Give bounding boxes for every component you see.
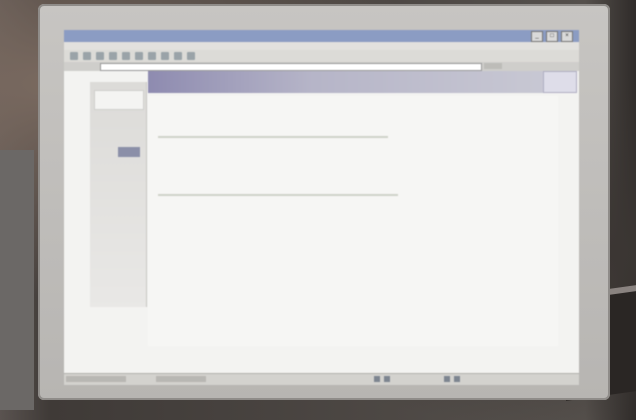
address-input[interactable] [100,63,482,71]
photo-background: _ □ × [0,0,636,420]
back-icon[interactable] [70,52,78,60]
sidebar-tab[interactable] [94,90,144,110]
close-button[interactable]: × [561,31,573,42]
browser-title-bar: _ □ × [64,30,579,42]
favorites-icon[interactable] [148,52,156,60]
tray-icon[interactable] [454,376,460,382]
print-icon[interactable] [187,52,195,60]
main-content [148,96,558,346]
browser-toolbar [64,50,579,62]
taskbar-start[interactable] [66,376,126,382]
forward-icon[interactable] [83,52,91,60]
photo-caption [0,404,636,420]
sidebar-button[interactable] [118,147,140,157]
address-bar [64,62,579,71]
left-sidebar [90,82,147,307]
taskbar-window[interactable] [156,376,206,382]
background-object-left [0,150,34,410]
home-icon[interactable] [122,52,130,60]
tray-icon[interactable] [444,376,450,382]
go-button[interactable] [484,63,502,69]
menu-bar[interactable] [64,42,579,50]
site-banner [148,71,558,93]
minimize-button[interactable]: _ [531,31,543,42]
maximize-button[interactable]: □ [546,31,558,42]
search-icon[interactable] [135,52,143,60]
tray-icon[interactable] [374,376,380,382]
content-divider-top [158,136,388,138]
monitor-screen: _ □ × [64,30,579,385]
taskbar [64,373,579,385]
refresh-icon[interactable] [109,52,117,60]
stop-icon[interactable] [96,52,104,60]
history-icon[interactable] [161,52,169,60]
monitor-bezel: _ □ × [38,4,610,400]
content-divider-bottom [158,194,398,196]
window-controls: _ □ × [531,31,573,42]
tray-icon[interactable] [384,376,390,382]
login-box[interactable] [543,71,577,93]
mail-icon[interactable] [174,52,182,60]
